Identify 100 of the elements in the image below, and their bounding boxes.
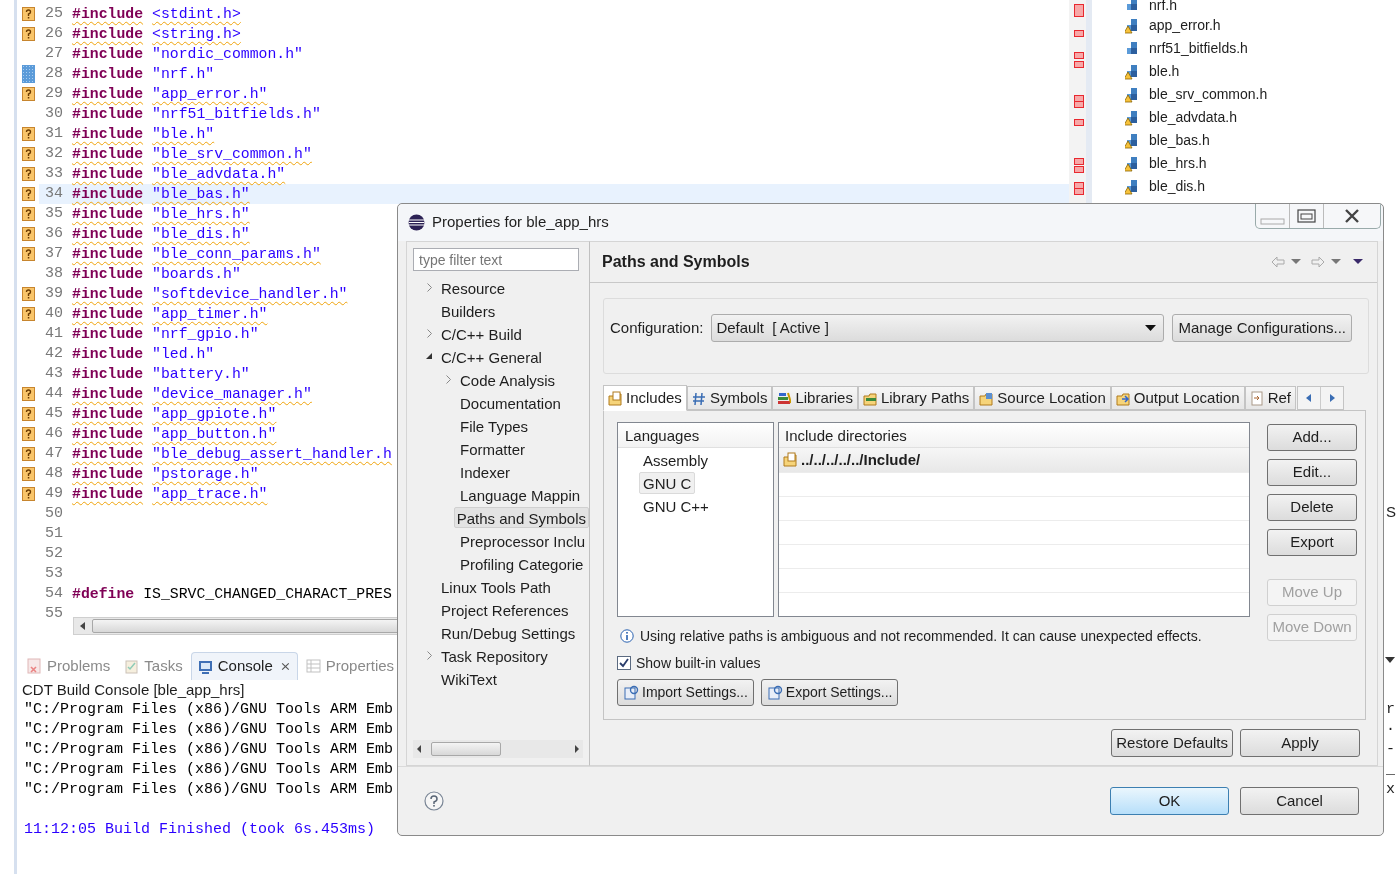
- folder-icon: [1115, 390, 1130, 406]
- preprocessor-keyword: #include: [72, 384, 144, 404]
- list-action-button[interactable]: Edit...: [1267, 459, 1357, 486]
- list-action-button[interactable]: Add...: [1267, 424, 1357, 451]
- outline-item[interactable]: app_error.h: [1149, 15, 1221, 36]
- settings-button[interactable]: Export Settings...: [760, 679, 899, 706]
- tab[interactable]: Source Location: [974, 386, 1111, 410]
- preprocessor-keyword: #include: [72, 204, 144, 224]
- tree-item[interactable]: Language Mappin: [457, 484, 584, 505]
- close-tab-icon[interactable]: ⨯: [279, 656, 291, 677]
- tab[interactable]: Ref: [1244, 386, 1296, 410]
- console-title: CDT Build Console [ble_app_hrs]: [21, 680, 245, 700]
- preprocessor-keyword: #include: [72, 344, 144, 364]
- view-menu-icon[interactable]: [1353, 259, 1363, 265]
- line-number: 52: [44, 543, 63, 564]
- tree-item[interactable]: Preprocessor Inclu: [457, 530, 589, 551]
- tree-item[interactable]: Builders: [438, 300, 499, 321]
- line-number: 36: [44, 223, 63, 244]
- outline-item[interactable]: ble_hrs.h: [1149, 153, 1207, 174]
- tree-item[interactable]: Code Analysis: [457, 369, 559, 390]
- console-fragment: _: [1386, 760, 1395, 780]
- line-number: 40: [44, 303, 63, 324]
- outline-item[interactable]: nrf.h: [1149, 0, 1177, 16]
- configuration-dropdown[interactable]: Default [ Active ]: [711, 314, 1165, 342]
- panel-tab[interactable]: Console ⨯: [190, 652, 298, 680]
- console-line: "C:/Program Files (x86)/GNU Tools ARM Emb: [24, 780, 394, 800]
- directory-row[interactable]: ../../../../../Include/: [779, 448, 1249, 473]
- tab[interactable]: Output Location: [1110, 386, 1245, 410]
- settings-button[interactable]: Import Settings...: [617, 679, 754, 706]
- preprocessor-keyword: #include: [72, 44, 144, 64]
- line-number: 39: [44, 283, 63, 304]
- tab[interactable]: Libraries: [772, 386, 858, 410]
- tree-item[interactable]: Documentation: [457, 392, 564, 413]
- dialog-button[interactable]: OK: [1110, 787, 1229, 815]
- tree-item[interactable]: Paths and Symbols: [453, 507, 589, 528]
- preprocessor-keyword: #include: [72, 4, 144, 24]
- tree-item[interactable]: Project References: [438, 599, 572, 620]
- console-line: "C:/Program Files (x86)/GNU Tools ARM Emb: [24, 740, 394, 760]
- panel-tab[interactable]: Tasks: [118, 652, 189, 680]
- outline-item[interactable]: ble_srv_common.h: [1149, 84, 1268, 105]
- tab[interactable]: Library Paths: [857, 386, 975, 410]
- panel-tab[interactable]: Problems: [21, 652, 117, 680]
- tree-item[interactable]: Linux Tools Path: [438, 576, 554, 597]
- page-button[interactable]: Apply: [1240, 729, 1360, 757]
- console-line: "C:/Program Files (x86)/GNU Tools ARM Emb: [24, 700, 394, 720]
- include-path: "softdevice_handler.h": [152, 284, 348, 304]
- back-icon[interactable]: [1271, 256, 1285, 268]
- page-button[interactable]: Restore Defaults: [1111, 729, 1233, 757]
- tree-item[interactable]: C/C++ Build: [438, 323, 525, 344]
- tree-item[interactable]: Run/Debug Settings: [438, 622, 579, 643]
- include-path: <string.h>: [152, 24, 241, 44]
- tree-item[interactable]: File Types: [457, 415, 532, 436]
- tree-item[interactable]: Profiling Categorie: [457, 553, 587, 574]
- tree-item[interactable]: C/C++ General: [438, 346, 545, 367]
- tab[interactable]: Symbols: [686, 386, 773, 410]
- outline-item[interactable]: nrf51_bitfields.h: [1149, 38, 1248, 59]
- dropdown-caret-icon[interactable]: [1331, 259, 1341, 265]
- language-item[interactable]: Assembly: [639, 448, 713, 471]
- include-path: "led.h": [152, 344, 215, 364]
- line-number: 50: [44, 503, 63, 524]
- tab[interactable]: Includes: [603, 385, 687, 411]
- outline-item[interactable]: ble_advdata.h: [1149, 107, 1237, 128]
- dropdown-caret-icon[interactable]: [1291, 259, 1301, 265]
- console-line: "C:/Program Files (x86)/GNU Tools ARM Emb: [24, 760, 394, 780]
- line-number: 48: [44, 463, 63, 484]
- language-item[interactable]: GNU C++: [639, 494, 713, 517]
- settings-file-icon: [766, 684, 783, 701]
- list-action-button[interactable]: Export: [1267, 529, 1357, 556]
- horizontal-scrollbar[interactable]: [413, 740, 583, 758]
- line-number: 34: [44, 183, 63, 204]
- include-path: "device_manager.h": [152, 384, 312, 404]
- outline-item[interactable]: ble_bas.h: [1149, 130, 1210, 151]
- dialog-button[interactable]: Cancel: [1240, 787, 1359, 815]
- console-line: 11:12:05 Build Finished (took 6s.453ms): [24, 820, 376, 840]
- tree-item[interactable]: Resource: [438, 277, 509, 298]
- include-path: "ble_debug_assert_handler.h: [152, 444, 392, 464]
- tree-item[interactable]: Formatter: [457, 438, 528, 459]
- tree-item[interactable]: Indexer: [457, 461, 514, 482]
- preprocessor-keyword: #include: [72, 404, 144, 424]
- help-icon[interactable]: [424, 791, 444, 811]
- list-action-button[interactable]: Delete: [1267, 494, 1357, 521]
- manage-configurations-button[interactable]: Manage Configurations...: [1172, 314, 1352, 342]
- outline-item[interactable]: ble.h: [1149, 61, 1180, 82]
- forward-icon[interactable]: [1311, 256, 1325, 268]
- preprocessor-keyword: #include: [72, 104, 144, 124]
- line-number: 51: [44, 523, 63, 544]
- line-number: 38: [44, 263, 63, 284]
- collapse-arrow-icon[interactable]: [426, 353, 433, 360]
- preprocessor-keyword: #include: [72, 284, 144, 304]
- view-menu-icon[interactable]: [1385, 657, 1395, 663]
- language-item[interactable]: GNU C: [639, 471, 696, 494]
- console-fragment: -: [1386, 740, 1395, 760]
- tree-item[interactable]: Task Repository: [438, 645, 551, 666]
- preprocessor-keyword: #include: [72, 464, 144, 484]
- tree-item[interactable]: WikiText: [438, 668, 500, 689]
- preprocessor-keyword: #include: [72, 364, 144, 384]
- preprocessor-keyword: #include: [72, 144, 144, 164]
- checkbox[interactable]: [617, 656, 631, 670]
- outline-item[interactable]: ble_dis.h: [1149, 176, 1206, 197]
- filter-field[interactable]: type filter text: [413, 248, 579, 271]
